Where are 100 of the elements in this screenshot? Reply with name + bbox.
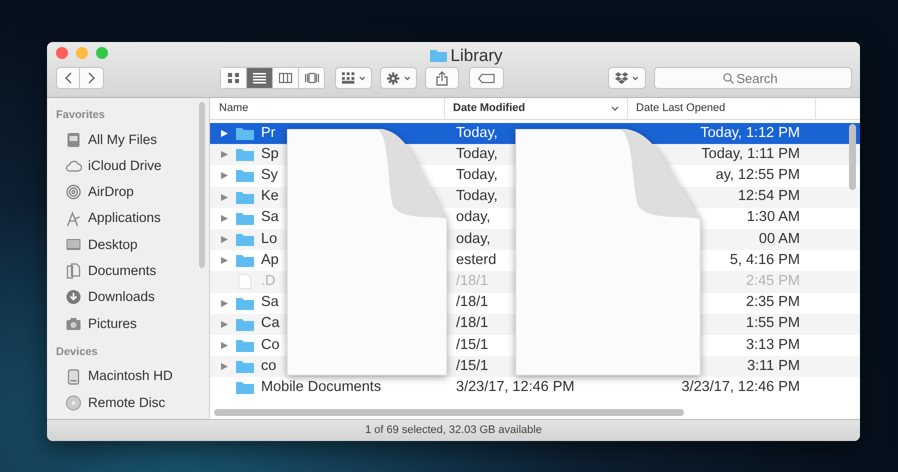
disclosure-triangle-icon[interactable] [220, 298, 229, 308]
vertical-scrollbar[interactable] [199, 102, 205, 268]
disclosure-triangle-icon[interactable] [220, 362, 229, 372]
date-last-opened: 2:35 PM [746, 293, 800, 312]
caret-icon [358, 76, 366, 80]
disclosure-triangle-icon[interactable] [220, 150, 229, 160]
folder-icon [236, 190, 254, 204]
disclosure-triangle-icon[interactable] [220, 214, 229, 223]
date-modified: /18/1 [455, 293, 488, 312]
sidebar-item[interactable]: Pictures [47, 310, 209, 337]
sort-chevron-icon [611, 106, 619, 111]
disclosure-triangle-icon[interactable] [220, 192, 229, 202]
file-name: Sp [261, 144, 279, 164]
file-name: Sa [261, 293, 279, 312]
file-name: Pr [261, 124, 276, 143]
column-header[interactable]: Date Modified [445, 98, 628, 119]
folder-icon [236, 381, 254, 394]
vertical-scrollbar[interactable] [849, 124, 856, 190]
date-last-opened: 3:13 PM [746, 336, 800, 355]
back-button[interactable] [56, 67, 80, 89]
sidebar-item[interactable]: Desktop [47, 232, 209, 258]
disclosure-triangle-icon[interactable] [220, 340, 229, 350]
disclosure-triangle-icon[interactable] [220, 320, 229, 329]
folder-icon [236, 127, 254, 140]
date-last-opened: Today, 1:11 PM [701, 144, 800, 164]
file-name: Sa [261, 208, 279, 228]
date-last-opened: 5, 4:16 PM [730, 250, 800, 270]
sidebar-item[interactable]: Applications [47, 205, 209, 232]
folder-icon [236, 148, 254, 162]
date-last-opened: 3:11 PM [747, 356, 800, 376]
list-view-icon [252, 72, 267, 84]
folder-icon [236, 296, 254, 310]
folder-icon [236, 212, 254, 225]
disc-icon [65, 394, 82, 411]
file-name: Lo [261, 230, 278, 249]
cover-flow-view-button[interactable] [298, 67, 324, 89]
columns-view-icon [278, 72, 293, 84]
camera-icon [65, 316, 82, 332]
sidebar-section-title: Favorites [55, 108, 106, 123]
date-modified: /15/1 [455, 356, 488, 376]
disclosure-triangle-icon[interactable] [220, 256, 229, 266]
sidebar-item[interactable]: iCloud Drive [47, 152, 209, 180]
zoom-button[interactable] [96, 47, 108, 59]
icons-view-button[interactable] [220, 67, 246, 89]
tag-button[interactable] [468, 67, 504, 89]
date-last-opened: 1:30 AM [746, 208, 800, 228]
file-name: Ke [261, 187, 279, 206]
search-icon [723, 73, 734, 84]
horizontal-scrollbar[interactable] [214, 409, 684, 416]
date-modified: 3/23/17, 12:46 PM [455, 378, 574, 397]
grid-icon [342, 72, 355, 84]
folder-icon [236, 318, 254, 331]
date-modified: oday, [455, 230, 490, 249]
date-last-opened: Today, 1:12 PM [700, 124, 800, 143]
sidebar-item[interactable]: Downloads [47, 284, 209, 311]
desktop-icon [65, 236, 82, 253]
sidebar-item[interactable]: Documents [47, 258, 209, 284]
sidebar-item[interactable]: Macintosh HD [47, 363, 209, 390]
date-last-opened: ay, 12:55 PM [716, 166, 800, 186]
date-modified: esterd [455, 250, 496, 270]
columns-view-button[interactable] [272, 67, 298, 89]
sidebar-item[interactable]: AirDrop [47, 179, 209, 206]
dropbox-button[interactable] [608, 67, 646, 89]
status-text: 1 of 69 selected, 32.03 GB available [365, 423, 542, 438]
search-field[interactable]: Search [654, 67, 852, 89]
arrange-button[interactable] [335, 67, 372, 89]
gear-icon [387, 72, 400, 84]
date-modified: Today, [455, 187, 498, 206]
date-last-opened: 00 AM [758, 230, 800, 249]
column-header[interactable]: Name [210, 98, 445, 119]
file-name: .D [261, 272, 276, 292]
date-last-opened: 1:55 PM [746, 314, 800, 334]
close-button[interactable] [56, 47, 68, 59]
share-button[interactable] [425, 67, 459, 89]
disclosure-triangle-icon[interactable] [220, 235, 229, 244]
folder-icon [236, 338, 254, 352]
list-view-button[interactable] [246, 67, 272, 89]
window-title: Library [450, 45, 502, 67]
folder-icon [236, 254, 254, 268]
date-modified: Today, [455, 124, 498, 143]
icons-view-icon [226, 72, 241, 84]
sidebar-item[interactable]: All My Files [47, 126, 209, 153]
applications-icon [65, 210, 82, 227]
file-name: Mobile Documents [261, 378, 382, 397]
caret-icon [404, 76, 410, 80]
file-row[interactable]: Mobile Documents 3/23/17, 12:46 PM 3/23/17, 12:46 PM [210, 377, 860, 398]
date-modified: oday, [455, 208, 490, 228]
folder-icon [236, 233, 254, 246]
disclosure-triangle-icon[interactable] [220, 129, 229, 138]
forward-button[interactable] [80, 67, 104, 89]
disclosure-triangle-icon[interactable] [220, 171, 229, 180]
date-modified: /15/1 [455, 336, 488, 355]
sidebar-item[interactable]: Remote Disc [47, 390, 209, 416]
date-modified: /18/1 [455, 272, 488, 292]
column-header[interactable]: Date Last Opened [628, 98, 816, 119]
date-last-opened: 2:45 PM [746, 272, 800, 292]
dropbox-icon [615, 72, 628, 84]
chevron-right-icon [88, 72, 96, 84]
settings-button[interactable] [380, 67, 418, 89]
date-last-opened: 3/23/17, 12:46 PM [682, 378, 800, 397]
